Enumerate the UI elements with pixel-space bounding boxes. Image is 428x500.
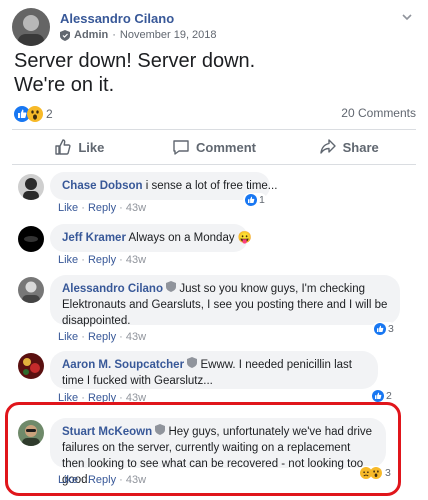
post-text: Server down! Server down. We're on it.	[14, 49, 255, 97]
like-icon	[245, 194, 257, 206]
comment-like-link[interactable]: Like	[58, 202, 78, 214]
post-text-line-2: We're on it.	[14, 74, 115, 96]
share-label: Share	[342, 139, 379, 155]
meta-dot: ·	[112, 29, 116, 41]
comment-reactions[interactable]: 1	[243, 193, 267, 207]
wow-icon	[27, 106, 43, 122]
post-reactions[interactable]: 2	[14, 106, 53, 122]
comment-links: Like · Reply · 43w	[58, 254, 147, 266]
commenter-name[interactable]: Chase Dobson	[62, 180, 143, 192]
comment-bubble: Jeff Kramer Always on a Monday 😛	[50, 224, 252, 252]
commenter-name[interactable]: Jeff Kramer	[62, 232, 126, 244]
comment-button[interactable]: Comment	[147, 131, 282, 163]
divider-bottom	[12, 164, 416, 165]
author-avatar[interactable]	[12, 8, 50, 46]
commenter-name[interactable]: Aaron M. Soupcatcher	[62, 359, 184, 371]
comment-text: Always on a Monday	[128, 232, 235, 244]
admin-shield-icon	[187, 357, 198, 368]
comment-reply-link[interactable]: Reply	[88, 331, 116, 343]
tongue-emoji: 😛	[237, 232, 253, 244]
commenter-avatar[interactable]	[18, 226, 44, 252]
comment-reaction-count: 3	[388, 323, 394, 335]
post-action-bar: Like Comment Share	[12, 131, 416, 163]
comment-reactions[interactable]: 3	[372, 322, 396, 336]
chevron-down-icon[interactable]	[400, 10, 414, 24]
comment-age[interactable]: 43w	[126, 254, 146, 266]
comment-label: Comment	[196, 139, 256, 155]
comments-count[interactable]: 20 Comments	[341, 106, 416, 120]
admin-label: Admin	[74, 29, 109, 41]
post-text-line-1: Server down! Server down.	[14, 50, 256, 72]
comment-reply-link[interactable]: Reply	[88, 254, 116, 266]
post-author-name[interactable]: Alessandro Cilano	[60, 11, 174, 26]
like-button[interactable]: Like	[12, 131, 147, 163]
comment-age[interactable]: 43w	[126, 202, 146, 214]
highlight-outline	[5, 402, 401, 496]
comment-like-link[interactable]: Like	[58, 254, 78, 266]
post-date[interactable]: November 19, 2018	[120, 29, 217, 41]
post-meta: Admin · November 19, 2018	[60, 29, 217, 41]
commenter-avatar[interactable]	[18, 353, 44, 379]
like-icon	[374, 323, 386, 335]
admin-shield-icon	[60, 29, 70, 41]
like-label: Like	[78, 139, 105, 155]
comment-reaction-count: 1	[259, 194, 265, 206]
share-button[interactable]: Share	[281, 131, 416, 163]
comment-links: Like · Reply · 43w	[58, 331, 147, 343]
comment-bubble: Aaron M. Soupcatcher Ewww. I needed peni…	[50, 351, 378, 389]
like-icon	[372, 390, 384, 402]
divider-top	[12, 129, 416, 130]
share-icon	[319, 139, 336, 154]
comment-links: Like · Reply · 43w	[58, 202, 147, 214]
commenter-avatar[interactable]	[18, 174, 44, 200]
comment-reactions[interactable]: 2	[370, 389, 394, 403]
comment-reply-link[interactable]: Reply	[88, 202, 116, 214]
post-header: Alessandro Cilano Admin · November 19, 2…	[12, 8, 416, 48]
comment-text: i sense a lot of free time...	[145, 180, 278, 192]
admin-shield-icon	[166, 281, 177, 292]
comment-age[interactable]: 43w	[126, 331, 146, 343]
comment-icon	[173, 140, 189, 155]
commenter-name[interactable]: Alessandro Cilano	[62, 283, 163, 295]
comment-bubble: Chase Dobson i sense a lot of free time.…	[50, 172, 277, 200]
comment-reaction-count: 2	[386, 390, 392, 402]
commenter-avatar[interactable]	[18, 277, 44, 303]
thumbs-up-icon	[55, 139, 71, 155]
comment-like-link[interactable]: Like	[58, 331, 78, 343]
comment-bubble: Alessandro Cilano Just so you know guys,…	[50, 275, 400, 327]
post-reaction-count: 2	[46, 107, 53, 121]
